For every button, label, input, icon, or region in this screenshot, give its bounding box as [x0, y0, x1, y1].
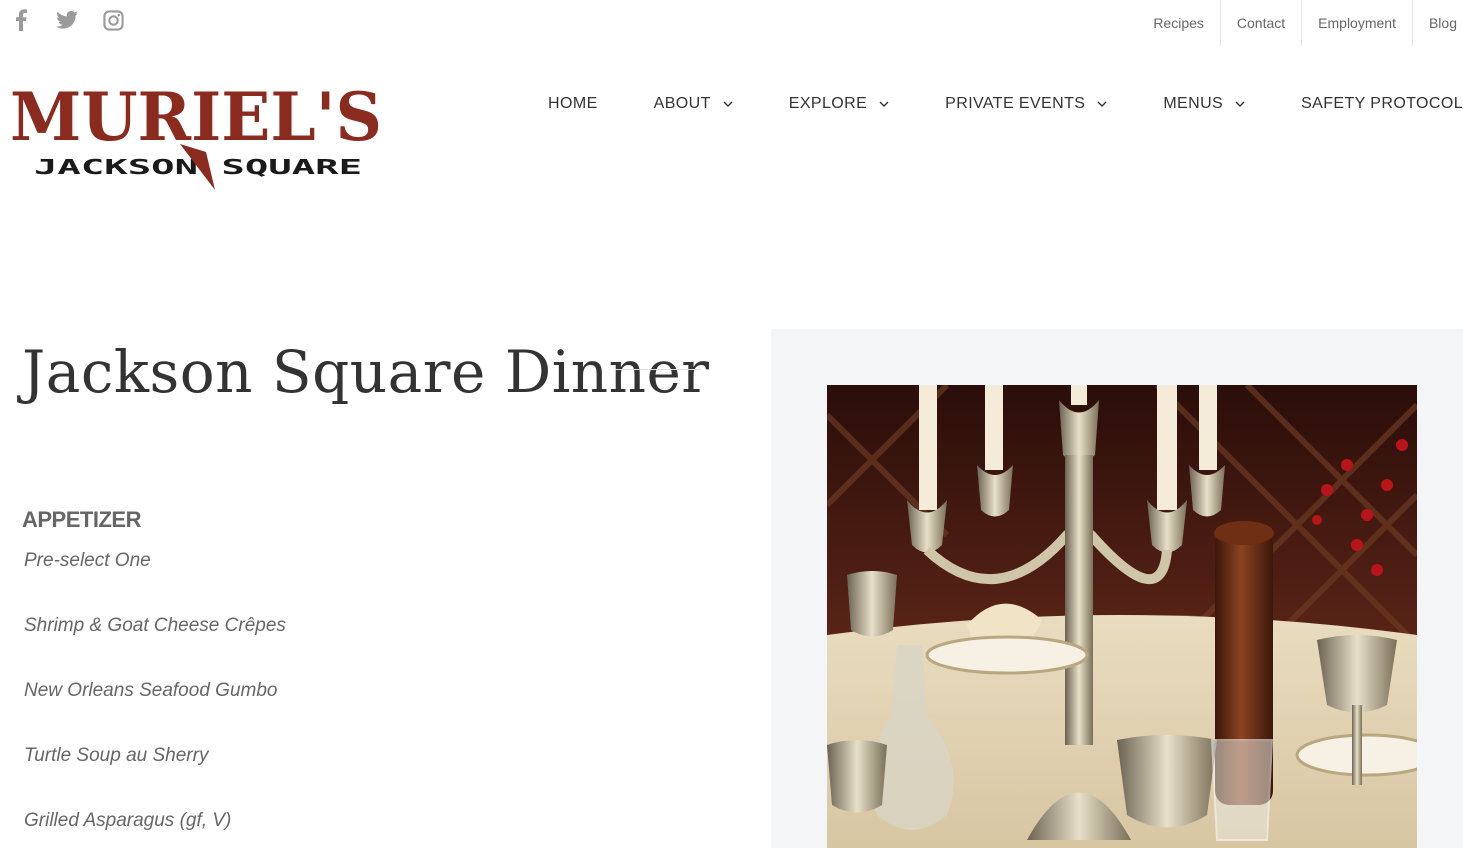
nav-menus[interactable]: MENUS: [1163, 95, 1245, 113]
nav-label: EXPLORE: [788, 95, 868, 112]
nav-safety-protocol[interactable]: SAFETY PROTOCOL: [1301, 95, 1463, 113]
chevron-down-icon: [1235, 101, 1245, 107]
facebook-icon[interactable]: [10, 8, 32, 32]
menu-item: Grilled Asparagus (gf, V): [24, 810, 232, 831]
main-nav: HOME ABOUT EXPLORE PRIVATE EVENTS MENUS …: [548, 92, 1463, 116]
social-links: [10, 8, 124, 32]
nav-about[interactable]: ABOUT: [654, 95, 733, 113]
menu-item: Turtle Soup au Sherry: [24, 745, 209, 766]
topnav-employment[interactable]: Employment: [1301, 0, 1412, 46]
logo-wordmark: MURIEL'S: [10, 82, 382, 156]
topnav-recipes[interactable]: Recipes: [1137, 0, 1220, 46]
nav-private-events[interactable]: PRIVATE EVENTS: [945, 95, 1107, 113]
topnav-blog[interactable]: Blog: [1411, 0, 1463, 46]
chevron-down-icon: [879, 101, 889, 107]
nav-label: SAFETY PROTOCOL: [1301, 95, 1463, 112]
twitter-icon[interactable]: [56, 8, 78, 32]
instagram-icon[interactable]: [102, 8, 124, 32]
nav-home[interactable]: HOME: [548, 95, 598, 113]
nav-label: ABOUT: [653, 95, 711, 112]
page-title: Jackson Square Dinner: [22, 338, 710, 406]
nav-label: PRIVATE EVENTS: [945, 95, 1086, 112]
chevron-down-icon: [723, 101, 733, 107]
chevron-down-icon: [1097, 101, 1107, 107]
section-heading-appetizer: APPETIZER: [22, 507, 141, 532]
menu-item: New Orleans Seafood Gumbo: [24, 680, 278, 701]
nav-explore[interactable]: EXPLORE: [789, 95, 889, 113]
menu-item: Shrimp & Goat Cheese Crêpes: [24, 615, 286, 636]
site-logo[interactable]: MURIEL'S JACKSON SQUARE: [10, 78, 385, 192]
candelabra-table-setting-photo: [827, 385, 1417, 848]
nav-label: HOME: [548, 95, 598, 112]
topnav-contact[interactable]: Contact: [1219, 0, 1301, 46]
secondary-nav: Recipes Contact Employment Blog: [1137, 0, 1463, 46]
menu-item: Pre-select One: [24, 550, 151, 571]
title-divider: [615, 369, 701, 370]
nav-label: MENUS: [1163, 95, 1224, 112]
